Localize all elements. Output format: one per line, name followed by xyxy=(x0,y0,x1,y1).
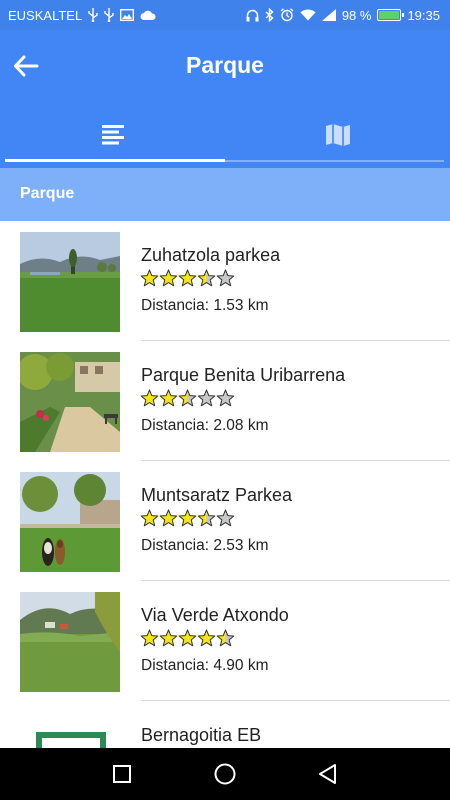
star-half-icon xyxy=(197,269,216,287)
place-photo xyxy=(20,592,120,692)
image-icon xyxy=(120,9,135,21)
star-empty-icon xyxy=(216,269,235,287)
star-full-icon xyxy=(178,509,197,527)
back-nav-button[interactable] xyxy=(308,754,348,794)
section-title: Parque xyxy=(20,185,75,202)
star-half-icon xyxy=(178,389,197,407)
star-empty-icon xyxy=(216,509,235,527)
star-full-icon xyxy=(159,389,178,407)
list-icon xyxy=(101,125,124,145)
cloud-icon xyxy=(140,10,156,21)
place-name: Muntsaratz Parkea xyxy=(141,485,293,505)
star-half-icon xyxy=(216,629,235,647)
place-distance: Distancia: 1.53 km xyxy=(141,297,269,314)
battery-icon xyxy=(377,9,405,21)
recents-button[interactable] xyxy=(102,754,142,794)
map-icon xyxy=(325,124,350,146)
recents-square-icon xyxy=(112,765,131,783)
screen: EUSKALTEL 98 % 19:35 Parque Parque Zuhat… xyxy=(0,0,450,800)
list-item[interactable]: Parque Benita Uribarrena Distancia: 2.08… xyxy=(0,341,450,461)
page-title: Parque xyxy=(186,52,264,78)
star-full-icon xyxy=(178,269,197,287)
place-photo xyxy=(20,352,120,452)
home-button[interactable] xyxy=(205,754,245,794)
place-photo xyxy=(20,472,120,572)
star-full-icon xyxy=(178,629,197,647)
place-name: Parque Benita Uribarrena xyxy=(141,365,346,385)
list-item[interactable]: Muntsaratz Parkea Distancia: 2.53 km xyxy=(0,461,450,581)
star-full-icon xyxy=(159,269,178,287)
clock-label: 19:35 xyxy=(407,7,440,23)
place-photo xyxy=(20,712,120,748)
star-full-icon xyxy=(140,509,159,527)
place-distance: Distancia: 2.53 km xyxy=(141,537,269,554)
rating-stars xyxy=(140,509,235,528)
headphones-icon xyxy=(246,9,259,22)
carrier-label: EUSKALTEL xyxy=(8,7,83,23)
status-bar: EUSKALTEL 98 % 19:35 xyxy=(0,0,450,30)
tab-map[interactable] xyxy=(225,102,450,168)
back-triangle-icon xyxy=(319,764,337,784)
wifi-icon xyxy=(300,9,316,21)
star-full-icon xyxy=(140,389,159,407)
usb-icon xyxy=(104,8,114,22)
usb-icon xyxy=(88,8,98,22)
tab-list[interactable] xyxy=(0,102,225,168)
star-full-icon xyxy=(159,629,178,647)
place-name: Zuhatzola parkea xyxy=(141,245,281,265)
place-distance: Distancia: 4.90 km xyxy=(141,657,269,674)
tab-indicator xyxy=(225,160,444,162)
app-bar: Parque xyxy=(0,30,450,102)
star-full-icon xyxy=(159,509,178,527)
list-item[interactable]: Via Verde Atxondo Distancia: 4.90 km xyxy=(0,581,450,701)
system-nav-bar xyxy=(0,748,450,800)
bluetooth-icon xyxy=(265,8,274,22)
star-empty-icon xyxy=(216,389,235,407)
star-full-icon xyxy=(140,269,159,287)
rating-stars xyxy=(140,269,235,288)
star-half-icon xyxy=(197,509,216,527)
place-photo xyxy=(20,232,120,332)
star-empty-icon xyxy=(197,389,216,407)
alarm-icon xyxy=(280,8,294,22)
battery-percent-label: 98 % xyxy=(341,7,372,23)
rating-stars xyxy=(140,629,235,648)
home-circle-icon xyxy=(214,763,236,785)
signal-icon xyxy=(321,9,336,21)
list-item[interactable]: Bernagoitia EB xyxy=(0,701,450,748)
tab-bar xyxy=(0,102,450,168)
section-header: Parque xyxy=(0,168,450,221)
place-name: Via Verde Atxondo xyxy=(141,605,289,625)
place-distance: Distancia: 2.08 km xyxy=(141,417,269,434)
list-item[interactable]: Zuhatzola parkea Distancia: 1.53 km xyxy=(0,221,450,341)
star-full-icon xyxy=(140,629,159,647)
place-name: Bernagoitia EB xyxy=(141,725,262,745)
tab-indicator xyxy=(5,159,225,162)
rating-stars xyxy=(140,389,235,408)
places-list[interactable]: Zuhatzola parkea Distancia: 1.53 km Parq… xyxy=(0,221,450,748)
star-full-icon xyxy=(197,629,216,647)
